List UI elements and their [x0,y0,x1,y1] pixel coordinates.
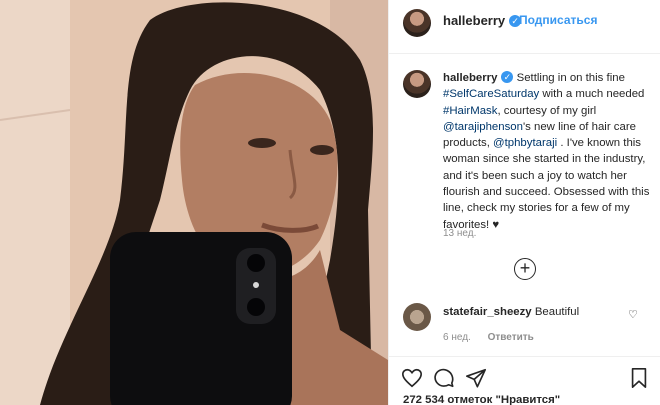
follow-button[interactable]: Подписаться [519,13,597,27]
share-icon[interactable] [465,367,487,389]
hashtag-hairmask[interactable]: #HairMask [443,105,497,117]
post-sidebar: halleberry ✓ Подписаться halleberry ✓ Sett… [388,0,660,405]
comment-icon[interactable] [433,367,455,389]
heart-icon[interactable] [401,367,423,389]
author-avatar[interactable] [403,9,431,37]
likes-count[interactable]: 272 534 отметок "Нравится" [403,394,560,405]
caption-text: . I've known this woman since she starte… [443,137,650,231]
mention-tarajiphenson[interactable]: @tarajiphenson [443,121,523,133]
post-header: halleberry ✓ Подписаться [389,0,660,54]
comment-like-heart-icon[interactable]: ♡ [628,308,638,321]
commenter-avatar[interactable] [403,303,431,331]
author-username-text[interactable]: halleberry [443,13,505,28]
caption-timestamp[interactable]: 13 нед. [443,228,476,239]
reply-button[interactable]: Ответить [488,332,534,343]
mention-tphbytaraji[interactable]: @tphbytaraji [493,137,557,149]
caption-text: , courtesy of my girl [497,104,597,117]
post-caption: halleberry ✓ Settling in on this fine #Se… [443,70,653,233]
post-photo [0,0,388,405]
comment-username[interactable]: statefair_sheezy [443,306,532,318]
author-username[interactable]: halleberry ✓ [443,13,522,28]
comment: statefair_sheezy Beautiful [443,306,579,318]
plus-circle-icon[interactable]: + [514,258,536,280]
caption-author-avatar[interactable] [403,70,431,98]
bookmark-icon[interactable] [629,367,649,389]
comment-meta: 6 нед. Ответить [443,332,548,343]
verified-badge-icon: ✓ [501,71,514,83]
caption-text: Settling in on this fine [516,72,625,84]
post-photo-art [0,0,388,405]
comment-timestamp[interactable]: 6 нед. [443,332,471,343]
hashtag-selfcaresaturday[interactable]: #SelfCareSaturday [443,88,539,100]
caption-text: with a much needed [539,88,645,101]
comment-text: Beautiful [534,306,580,318]
caption-username[interactable]: halleberry [443,72,497,84]
